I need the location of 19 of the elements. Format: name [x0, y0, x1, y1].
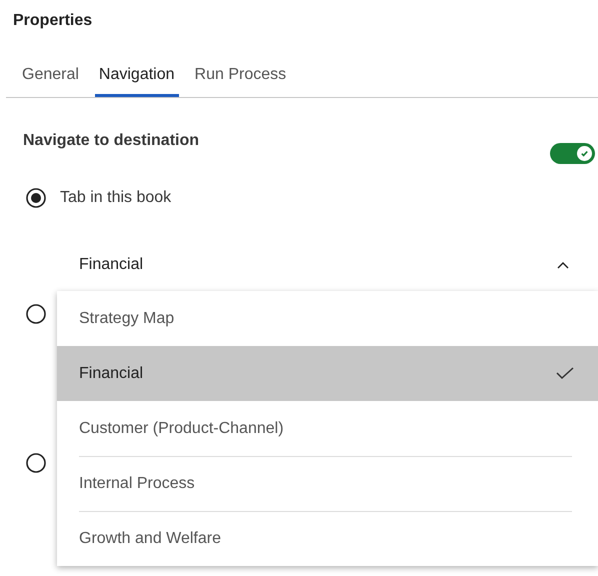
- menu-item[interactable]: Growth and Welfare: [57, 511, 598, 566]
- menu-item[interactable]: Internal Process: [57, 456, 598, 511]
- menu-item[interactable]: Customer (Product-Channel): [57, 401, 598, 456]
- check-icon: [580, 149, 589, 158]
- tab[interactable]: General: [18, 65, 83, 97]
- dropdown-field[interactable]: Financial: [79, 243, 595, 287]
- radio-label: Tab in this book: [60, 189, 172, 207]
- radio-button[interactable]: [26, 304, 46, 324]
- tab[interactable]: Run Process: [190, 65, 290, 97]
- menu-item[interactable]: Strategy Map: [57, 291, 598, 346]
- radio-button[interactable]: [26, 188, 46, 208]
- tab[interactable]: Navigation: [94, 65, 179, 97]
- menu-item[interactable]: Financial: [57, 346, 598, 401]
- checkmark-icon: [556, 367, 574, 380]
- radio-button[interactable]: [26, 453, 46, 473]
- chevron-icon: [557, 261, 569, 269]
- panel-title: Properties: [12, 11, 94, 31]
- toggle-switch[interactable]: [550, 143, 595, 164]
- section-title: Navigate to destination: [23, 131, 200, 151]
